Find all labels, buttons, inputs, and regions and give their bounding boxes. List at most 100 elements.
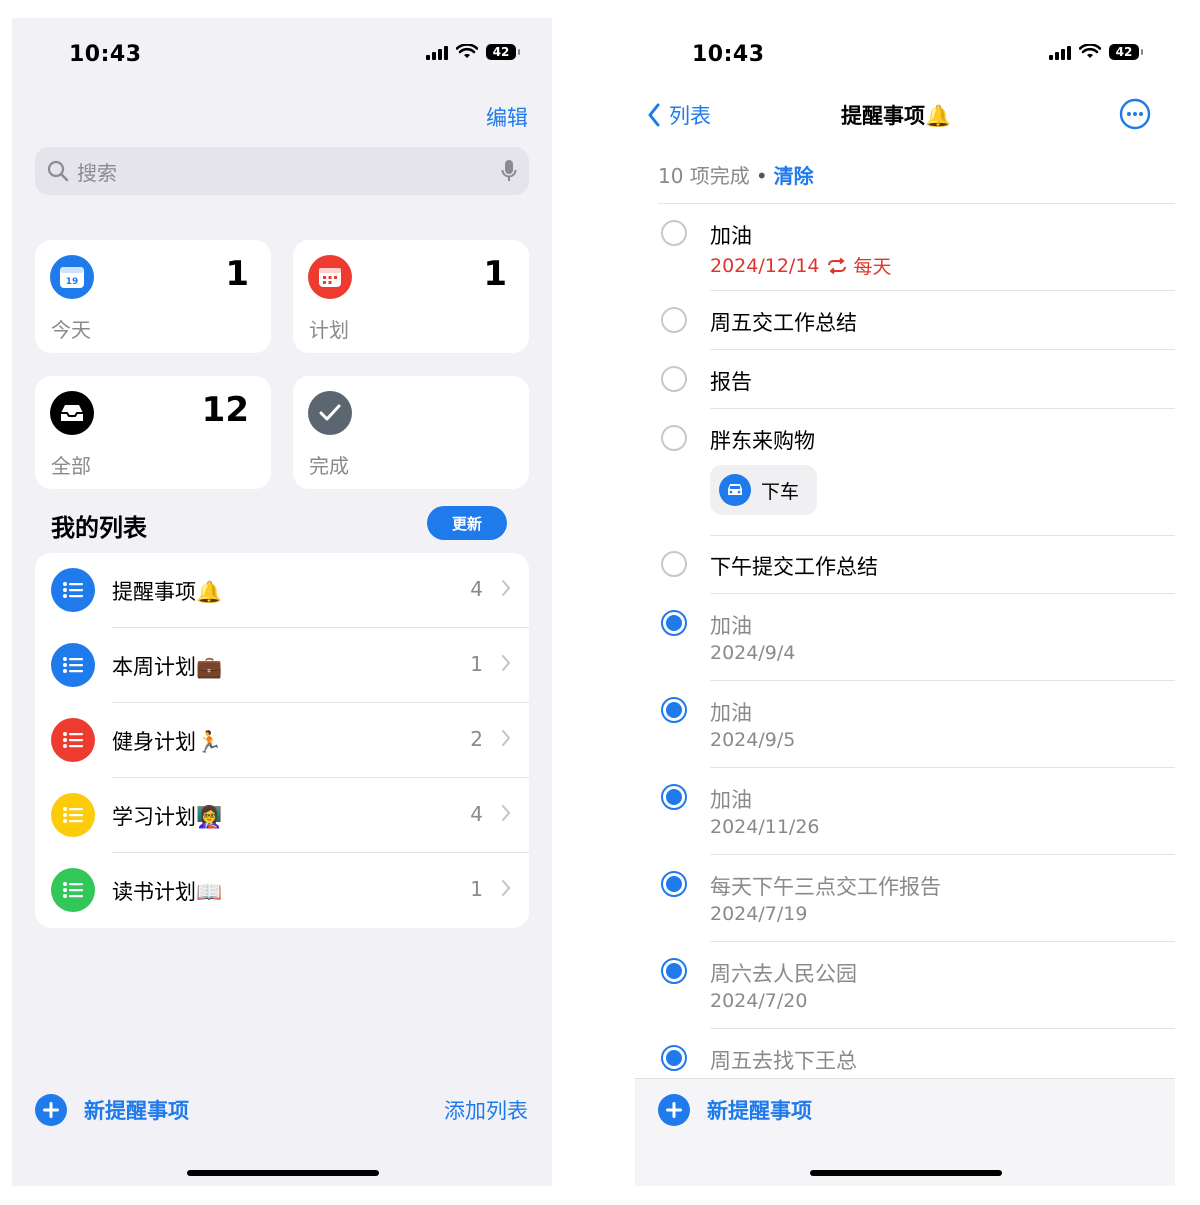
reminder-title: 报告 [710,370,752,394]
divider [710,593,1175,594]
reminders-list-screen: 10:43 42 列表 提醒事项🔔 10 项完成 • 清除 加油 2024/12/1… [635,18,1175,1186]
complete-toggle[interactable] [661,307,687,333]
list-item[interactable]: 本周计划💼 1 [35,628,529,703]
list-item[interactable]: 健身计划🏃 2 [35,703,529,778]
cellular-signal-icon [426,44,448,60]
scheduled-label: 计划 [309,318,349,342]
today-count: 1 [225,254,249,294]
list-bullet-icon [51,643,95,687]
all-label: 全部 [51,454,91,478]
reminder-date: 2024/9/4 [710,642,796,664]
battery-icon: 42 [486,44,520,60]
scheduled-count: 1 [483,254,507,294]
list-name: 读书计划📖 [112,880,223,904]
chip-label: 下车 [761,480,800,503]
list-item[interactable]: 提醒事项🔔 4 [35,553,529,628]
reminder-title: 加油 [710,224,752,248]
update-button[interactable]: 更新 [427,506,507,540]
today-card[interactable]: 19 1 今天 [35,240,271,353]
list-count: 1 [470,877,483,901]
list-bullet-icon [51,793,95,837]
complete-toggle[interactable] [661,425,687,451]
list-item[interactable]: 学习计划👩‍🏫 4 [35,778,529,853]
clear-button[interactable]: 清除 [774,164,814,188]
repeat-frequency: 每天 [853,256,892,278]
more-options-icon[interactable] [1119,98,1151,130]
plus-circle-icon [658,1094,690,1126]
chevron-left-icon [648,103,660,127]
completed-count: 10 项完成 [658,164,750,188]
checkmark-icon [308,391,352,435]
complete-toggle[interactable] [661,697,687,723]
divider [710,854,1175,855]
calendar-icon [308,255,352,299]
calendar-today-icon: 19 [50,255,94,299]
divider [710,1028,1175,1029]
chevron-right-icon [502,655,511,671]
complete-toggle[interactable] [661,784,687,810]
all-count: 12 [201,390,249,430]
list-name: 提醒事项🔔 [112,580,223,604]
complete-toggle[interactable] [661,220,687,246]
my-lists: 提醒事项🔔 4 本周计划💼 1 健身计划🏃 2 学习计划👩‍🏫 4 [35,553,529,928]
status-time: 10:43 [69,42,142,67]
complete-toggle[interactable] [661,958,687,984]
status-icons: 42 [426,44,520,60]
all-card[interactable]: 12 全部 [35,376,271,489]
tray-icon [50,391,94,435]
new-reminder-button[interactable]: 新提醒事项 [657,1093,812,1127]
location-chip[interactable]: 下车 [710,465,817,515]
complete-toggle[interactable] [661,610,687,636]
chevron-right-icon [502,880,511,896]
search-bar[interactable]: 搜索 [35,147,529,195]
list-bullet-icon [51,718,95,762]
car-icon [719,474,751,506]
list-name: 健身计划🏃 [112,730,223,754]
edit-button[interactable]: 编辑 [486,102,528,132]
complete-toggle[interactable] [661,551,687,577]
wifi-icon [456,44,478,58]
new-reminder-button[interactable]: 新提醒事项 [34,1093,189,1127]
page-title: 提醒事项🔔 [841,104,952,128]
search-input[interactable]: 搜索 [77,157,117,186]
divider [710,349,1175,350]
complete-toggle[interactable] [661,871,687,897]
new-reminder-label: 新提醒事项 [707,1099,812,1123]
complete-toggle[interactable] [661,1045,687,1071]
home-indicator[interactable] [810,1170,1002,1176]
completed-summary: 10 项完成 • 清除 [658,160,814,189]
lists-home-screen: 10:43 42 编辑 搜索 19 1 今天 1 计划 12 全部 完成 我的列… [12,18,552,1186]
status-icons: 42 [1049,44,1143,60]
reminder-title: 加油 [710,701,752,725]
add-list-button[interactable]: 添加列表 [444,1095,528,1125]
list-count: 4 [470,802,483,826]
home-indicator[interactable] [187,1170,379,1176]
reminder-due-info: 2024/12/14 每天 [710,252,892,279]
reminder-date: 2024/11/26 [710,816,820,838]
back-label: 列表 [669,104,711,128]
reminder-title: 加油 [710,788,752,812]
back-button[interactable]: 列表 [647,100,711,130]
list-count: 4 [470,577,483,601]
chevron-right-icon [502,580,511,596]
completed-card[interactable]: 完成 [293,376,529,489]
complete-toggle[interactable] [661,366,687,392]
list-item[interactable]: 读书计划📖 1 [35,853,529,928]
wifi-icon [1079,44,1101,58]
reminder-date: 2024/7/19 [710,903,808,925]
chevron-right-icon [502,805,511,821]
scheduled-card[interactable]: 1 计划 [293,240,529,353]
divider [710,941,1175,942]
reminder-date: 2024/7/20 [710,990,808,1012]
microphone-icon[interactable] [501,159,517,183]
divider [710,535,1175,536]
my-lists-heading: 我的列表 [51,514,147,542]
battery-icon: 42 [1109,44,1143,60]
reminder-title: 加油 [710,614,752,638]
divider [710,680,1175,681]
repeat-icon [827,257,846,274]
reminder-title: 每天下午三点交工作报告 [710,875,941,899]
list-bullet-icon [51,868,95,912]
plus-circle-icon [35,1094,67,1126]
divider [710,408,1175,409]
